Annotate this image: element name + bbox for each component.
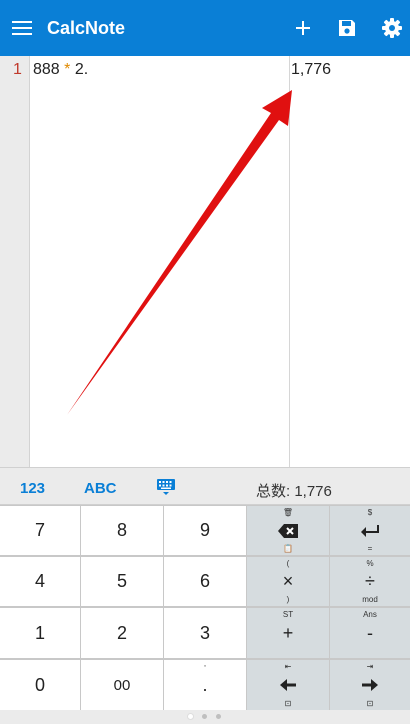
minus-key-label: -	[367, 622, 373, 643]
decimal-key-label: .	[202, 674, 208, 695]
select-left-icon: ⊡	[284, 699, 292, 708]
enter-icon	[361, 524, 379, 537]
key-5[interactable]: 5	[81, 557, 163, 606]
cursor-right-key[interactable]: ⇥ ⊡	[330, 660, 410, 710]
key-2[interactable]: 2	[81, 608, 163, 658]
divide-key-top: %	[366, 559, 374, 568]
editor-area[interactable]: 1 888 * 2. 1,776	[0, 56, 410, 467]
key-7[interactable]: 7	[0, 506, 80, 555]
key-8[interactable]: 8	[81, 506, 163, 555]
multiply-key-label: ×	[282, 571, 294, 591]
enter-key-top: $	[367, 508, 373, 517]
key-00[interactable]: 00	[81, 660, 163, 710]
divide-key[interactable]: % ÷ mod	[330, 557, 410, 606]
arrow-right-icon	[362, 679, 378, 691]
page-indicator	[0, 710, 410, 724]
arrow-left-icon	[280, 679, 296, 691]
cursor-home-icon: ⇤	[284, 662, 292, 671]
plus-key[interactable]: ST +	[247, 608, 329, 658]
page-dot[interactable]	[202, 714, 207, 719]
add-icon[interactable]	[289, 14, 317, 42]
key-1[interactable]: 1	[0, 608, 80, 658]
multiply-key-top: (	[286, 559, 290, 568]
multiply-key[interactable]: ( × )	[247, 557, 329, 606]
minus-key-top: Ans	[363, 610, 377, 619]
total-readout: 总数: 1,776	[256, 483, 332, 500]
key-9[interactable]: 9	[164, 506, 246, 555]
multiply-key-bottom: )	[286, 595, 290, 604]
key-4[interactable]: 4	[0, 557, 80, 606]
backspace-icon	[278, 523, 298, 538]
keyboard-icon[interactable]	[156, 478, 176, 501]
divide-key-label: ÷	[365, 571, 375, 591]
page-dot[interactable]	[216, 714, 221, 719]
key-0[interactable]: 0	[0, 660, 80, 710]
annotation-arrow-icon	[67, 90, 292, 415]
save-icon[interactable]	[333, 14, 361, 42]
cursor-left-key[interactable]: ⇤ ⊡	[247, 660, 329, 710]
paste-icon: 📋	[283, 544, 293, 553]
select-right-icon: ⊡	[366, 699, 374, 708]
plus-key-label: +	[282, 622, 294, 643]
app-bar: CalcNote	[0, 0, 410, 56]
minus-key[interactable]: Ans -	[330, 608, 410, 658]
tab-123[interactable]: 123	[20, 480, 45, 497]
clear-all-icon: 🗑	[282, 508, 294, 517]
app-title: CalcNote	[47, 18, 126, 38]
settings-icon[interactable]	[378, 14, 406, 42]
menu-icon[interactable]	[8, 14, 36, 42]
backspace-key[interactable]: 🗑 📋	[247, 506, 329, 555]
keypad: 7 8 9 🗑 📋 $ = 4 5 6 ( × ) % ÷ mod 1 2 3 …	[0, 505, 410, 710]
enter-key[interactable]: $ =	[330, 506, 410, 555]
enter-key-bottom: =	[367, 544, 373, 553]
page-dot-active[interactable]	[187, 713, 194, 720]
key-3[interactable]: 3	[164, 608, 246, 658]
key-6[interactable]: 6	[164, 557, 246, 606]
plus-key-top: ST	[282, 610, 294, 619]
tab-abc[interactable]: ABC	[84, 480, 117, 497]
key-decimal[interactable]: ' .	[164, 660, 246, 710]
keyboard-mode-bar: 123 ABC 总数: 1,776	[0, 467, 410, 505]
divide-key-bottom: mod	[362, 595, 378, 604]
cursor-end-icon: ⇥	[366, 662, 374, 671]
decimal-key-top: '	[204, 664, 206, 673]
